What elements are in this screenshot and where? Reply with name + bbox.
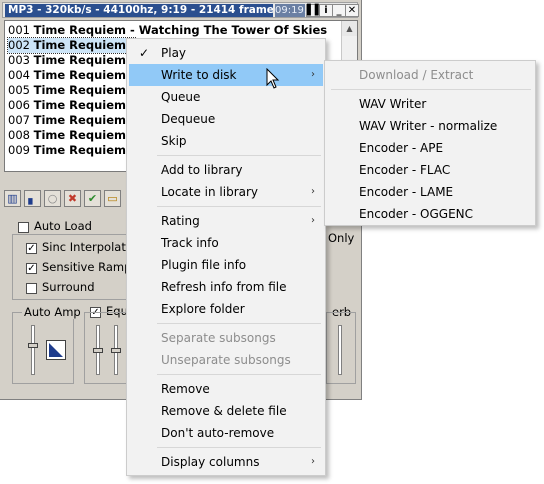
track-number: 009 (8, 143, 30, 157)
minimize-button[interactable]: _ (332, 4, 346, 17)
submenu-item-encoder-lame[interactable]: Encoder - LAME (327, 181, 533, 203)
surround-checkbox[interactable] (26, 283, 37, 294)
menu-item-display-columns[interactable]: Display columns › (129, 451, 323, 473)
playlist-row[interactable]: 006 Time Requiem - (8, 98, 135, 113)
track-number: 002 (8, 38, 30, 52)
auto-amp-label: Auto Amp (22, 305, 83, 319)
amp-meter-icon (46, 340, 66, 360)
reverb-slider[interactable] (338, 325, 342, 375)
scroll-up-icon[interactable]: ▲ (342, 21, 357, 36)
track-title: Time Requiem - (33, 83, 135, 97)
window-title: MP3 - 320kb/s - 44100hz, 9:19 - 21414 fr… (5, 4, 273, 17)
menu-item-dequeue[interactable]: Dequeue (129, 108, 323, 130)
menu-item-add-to-library[interactable]: Add to library (129, 159, 323, 181)
stop-icon[interactable]: ✖ (64, 190, 81, 207)
info-button[interactable]: i (319, 4, 333, 17)
track-number: 003 (8, 53, 30, 67)
menu-item-skip[interactable]: Skip (129, 130, 323, 152)
submenu-header: Download / Extract (359, 68, 474, 82)
track-title: Time Requiem - (33, 143, 135, 157)
track-number: 005 (8, 83, 30, 97)
menu-item-write-to-disk[interactable]: Write to disk › (129, 64, 323, 86)
menu-item-separate-subsongs: Separate subsongs (161, 331, 276, 345)
write-to-disk-submenu: Download / Extract WAV Writer WAV Writer… (324, 60, 536, 226)
track-number: 006 (8, 98, 30, 112)
menu-item-unseparate-subsongs: Unseparate subsongs (161, 353, 291, 367)
menu-item-rating[interactable]: Rating › (129, 210, 323, 232)
playlist-row[interactable]: 004 Time Requiem - (8, 68, 135, 83)
track-number: 001 (8, 23, 30, 37)
pause-button[interactable]: ▌▌ (306, 4, 322, 17)
amp-slider[interactable] (31, 325, 35, 375)
submenu-item-wav-writer[interactable]: WAV Writer (327, 93, 533, 115)
title-bar[interactable]: MP3 - 320kb/s - 44100hz, 9:19 - 21414 fr… (2, 2, 359, 18)
chevron-right-icon: › (311, 456, 315, 467)
submenu-item-encoder-oggenc[interactable]: Encoder - OGGENC (327, 203, 533, 225)
playlist-icon[interactable]: ▥ (4, 190, 21, 207)
playlist-row[interactable]: 001 Time Requiem - Watching The Tower Of… (8, 23, 327, 38)
mouse-cursor-icon (266, 68, 280, 89)
playlist-row-selected[interactable]: 002 Time Requiem - (7, 37, 136, 54)
track-title: Time Requiem - (33, 98, 135, 112)
ramping-checkbox[interactable]: ✓ (26, 263, 37, 274)
menu-separator (331, 89, 531, 90)
context-menu: ✓ Play Write to disk › Queue Dequeue Ski… (126, 38, 326, 476)
menu-separator (157, 155, 321, 156)
checkmark-icon: ✓ (139, 46, 150, 60)
menu-separator (157, 374, 321, 375)
chevron-right-icon: › (311, 69, 315, 80)
folder-icon[interactable]: ▭ (104, 190, 121, 207)
record-icon[interactable]: ○ (44, 190, 61, 207)
menu-item-remove-delete[interactable]: Remove & delete file (129, 400, 323, 422)
submenu-item-encoder-ape[interactable]: Encoder - APE (327, 137, 533, 159)
close-button[interactable]: ✕ (345, 4, 359, 17)
playlist-row[interactable]: 003 Time Requiem - (8, 53, 135, 68)
playlist-row[interactable]: 009 Time Requiem - (8, 143, 135, 158)
track-number: 007 (8, 113, 30, 127)
time-display: 09:19.3 (275, 4, 314, 17)
menu-item-refresh-info[interactable]: Refresh info from file (129, 276, 323, 298)
eq-slider-thumb[interactable] (93, 348, 103, 353)
menu-item-track-info[interactable]: Track info (129, 232, 323, 254)
amp-slider-thumb[interactable] (28, 343, 38, 348)
menu-separator (157, 447, 321, 448)
sinc-checkbox[interactable]: ✓ (26, 243, 37, 254)
equalizer-group (84, 312, 130, 384)
playlist-row[interactable]: 007 Time Requiem - (8, 113, 135, 128)
auto-load-label: Auto Load (34, 219, 92, 233)
playlist-row[interactable]: 005 Time Requiem - (8, 83, 135, 98)
track-title: Time Requiem - (33, 68, 135, 82)
only-label: Only (328, 231, 355, 245)
track-title: Time Requiem - Watching The Tower Of Ski… (33, 23, 328, 37)
eq-slider-thumb[interactable] (111, 348, 121, 353)
menu-separator (157, 323, 321, 324)
levels-icon[interactable]: ▖ (24, 190, 41, 207)
submenu-item-encoder-flac[interactable]: Encoder - FLAC (327, 159, 533, 181)
menu-item-plugin-file-info[interactable]: Plugin file info (129, 254, 323, 276)
menu-item-remove[interactable]: Remove (129, 378, 323, 400)
playlist-row[interactable]: 008 Time Requiem - (8, 128, 135, 143)
auto-load-checkbox[interactable] (18, 222, 29, 233)
track-title: Time Requiem - (33, 128, 135, 142)
menu-separator (157, 206, 321, 207)
confirm-icon[interactable]: ✔ (84, 190, 101, 207)
menu-item-queue[interactable]: Queue (129, 86, 323, 108)
menu-item-play[interactable]: ✓ Play (129, 42, 323, 64)
track-title: Time Requiem - (33, 38, 135, 52)
track-number: 004 (8, 68, 30, 82)
track-title: Time Requiem - (33, 53, 135, 67)
surround-label: Surround (42, 280, 95, 294)
track-title: Time Requiem - (33, 113, 135, 127)
chevron-right-icon: › (311, 215, 315, 226)
chevron-right-icon: › (311, 186, 315, 197)
track-number: 008 (8, 128, 30, 142)
menu-item-locate-in-library[interactable]: Locate in library › (129, 181, 323, 203)
menu-item-explore-folder[interactable]: Explore folder (129, 298, 323, 320)
menu-item-dont-auto-remove[interactable]: Don't auto-remove (129, 422, 323, 444)
submenu-item-wav-writer-normalize[interactable]: WAV Writer - normalize (327, 115, 533, 137)
